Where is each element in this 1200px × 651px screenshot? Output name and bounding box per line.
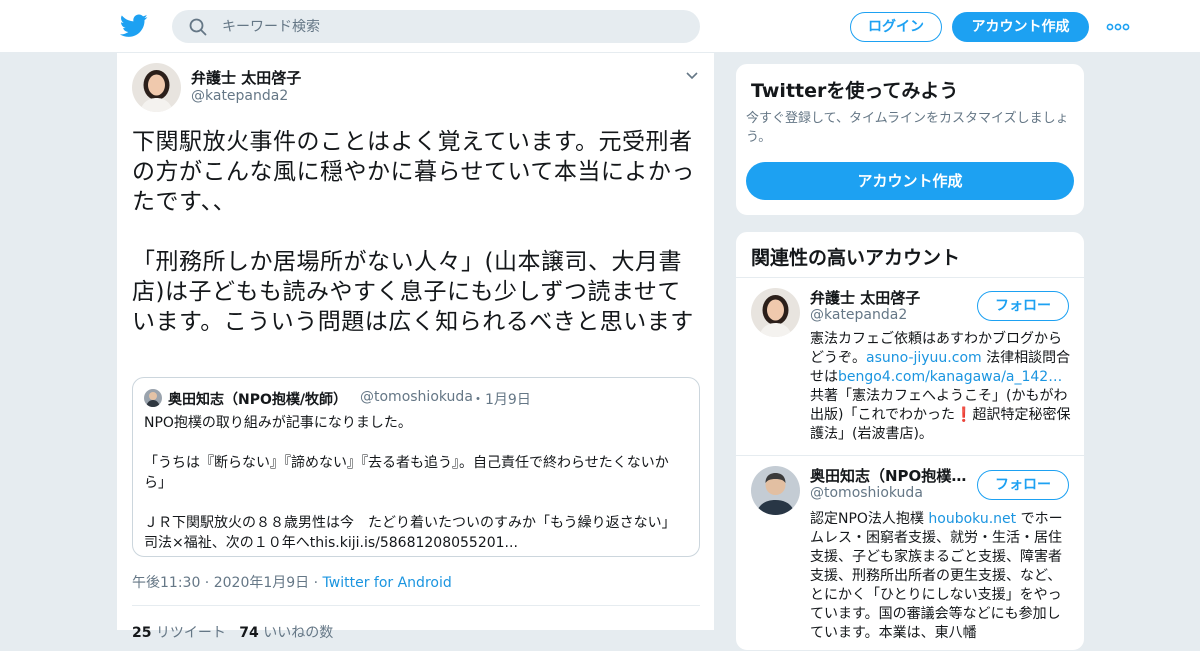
follow-button[interactable]: フォロー <box>977 470 1069 500</box>
tweet-meta: 午後11:30 · 2020年1月9日 · Twitter for Androi… <box>132 572 452 592</box>
divider <box>736 277 1084 278</box>
account-handle[interactable]: @tomoshiokuda <box>810 485 923 501</box>
signup-card-button[interactable]: アカウント作成 <box>746 162 1074 200</box>
retweets-count[interactable]: 25 <box>132 625 151 641</box>
tweet-text: 下関駅放火事件のことはよく覚えています。元受刑者の方がこんな風に穏やかに暮らせて… <box>132 129 695 335</box>
related-accounts-card: 関連性の高いアカウント 弁護士 太田啓子 @katepanda2 フォロー 憲法… <box>735 231 1085 651</box>
author-name[interactable]: 弁護士 太田啓子 <box>191 67 301 88</box>
chevron-down-icon[interactable] <box>685 71 699 81</box>
bio-link[interactable]: houboku.net <box>928 511 1016 527</box>
quoted-tweet[interactable]: 奥田知志（NPO抱樸/牧師） @tomoshiokuda ・1月9日 NPO抱樸… <box>132 377 700 557</box>
bio-link[interactable]: bengo4.com/kanagawa/a_142… <box>838 369 1062 385</box>
meta-separator: · <box>200 575 214 591</box>
tweet-date: 2020年1月9日 <box>213 575 310 591</box>
divider <box>736 455 1084 456</box>
top-bar: ログイン アカウント作成 <box>0 0 1200 53</box>
related-accounts-title: 関連性の高いアカウント <box>751 247 961 269</box>
account-avatar[interactable] <box>751 466 800 515</box>
bio-link[interactable]: asuno-jiyuu.com <box>866 350 982 366</box>
tweet-time: 午後11:30 <box>132 575 201 591</box>
quote-author-name: 奥田知志（NPO抱樸/牧師） <box>168 392 347 408</box>
tweet-detail: 弁護士 太田啓子 @katepanda2 下関駅放火事件のことはよく覚えています… <box>116 53 715 641</box>
account-name[interactable]: 弁護士 太田啓子 <box>810 287 970 308</box>
tweet-stats: 25 リツイート 74 いいねの数 <box>132 622 333 642</box>
account-bio: 認定NPO法人抱樸 houboku.net でホームレス・困窮者支援、就労・生活… <box>810 510 1072 643</box>
likes-label[interactable]: いいねの数 <box>263 625 333 641</box>
login-button[interactable]: ログイン <box>850 12 942 42</box>
likes-count[interactable]: 74 <box>239 625 258 641</box>
search-box[interactable] <box>172 10 700 43</box>
quote-author-handle: @tomoshiokuda <box>360 389 473 405</box>
meta-separator: · <box>309 575 323 591</box>
account-handle[interactable]: @katepanda2 <box>810 307 907 323</box>
divider <box>132 605 700 606</box>
account-bio: 憲法カフェご依頼はあすわかブログからどうぞ。asuno-jiyuu.com 法律… <box>810 330 1072 444</box>
tweet-source-link[interactable]: Twitter for Android <box>323 575 452 591</box>
signup-card: Twitterを使ってみよう 今すぐ登録して、タイムラインをカスタマイズしましょ… <box>735 63 1085 216</box>
bio-text: 認定NPO法人抱樸 <box>810 511 929 527</box>
search-input[interactable] <box>222 10 682 43</box>
signup-card-description: 今すぐ登録して、タイムラインをカスタマイズしましょう。 <box>746 111 1069 145</box>
bio-text: でホームレス・困窮者支援、就労・生活・居住支援、子ども家族まるごと支援、障害者支… <box>810 511 1063 641</box>
signup-card-title: Twitterを使ってみよう <box>751 80 959 102</box>
quote-text: NPO抱樸の取り組みが記事になりました。 「うちは『断らない』『諦めない』『去る… <box>144 415 669 551</box>
retweets-label[interactable]: リツイート <box>156 625 226 641</box>
twitter-logo-icon[interactable] <box>120 13 148 39</box>
account-name[interactable]: 奥田知志（NPO抱樸/牧師） <box>810 465 970 486</box>
quote-date: ・1月9日 <box>471 392 531 408</box>
follow-button[interactable]: フォロー <box>977 291 1069 321</box>
author-avatar[interactable] <box>132 63 181 112</box>
more-dots-icon[interactable] <box>1106 22 1130 32</box>
author-handle[interactable]: @katepanda2 <box>191 88 288 104</box>
exclamation-icon: ❗ <box>955 407 973 423</box>
signup-button[interactable]: アカウント作成 <box>952 12 1089 42</box>
search-icon <box>189 18 207 36</box>
quote-author-avatar <box>144 389 162 407</box>
account-avatar[interactable] <box>751 288 800 337</box>
